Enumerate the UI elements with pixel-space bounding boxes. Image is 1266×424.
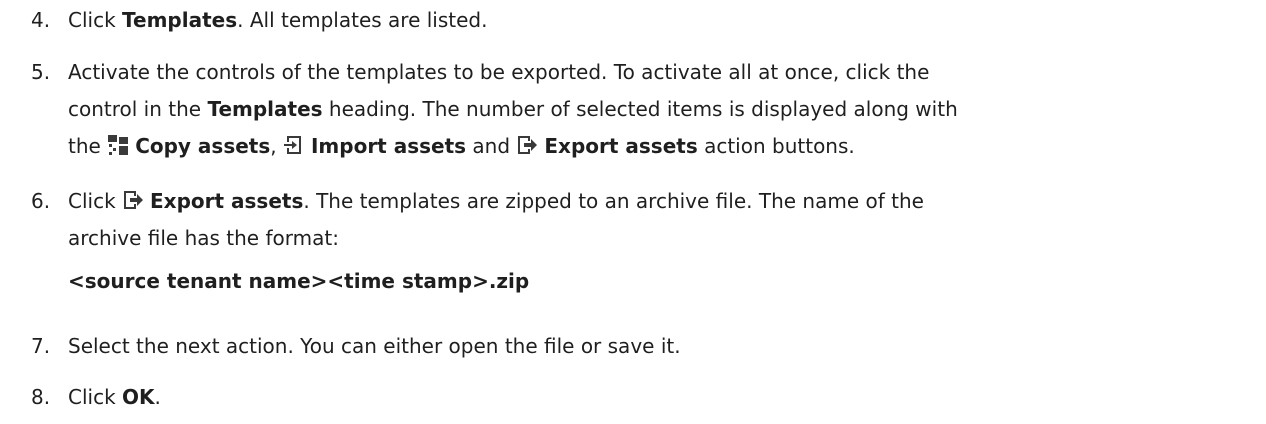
copy-assets-label: Copy assets: [135, 134, 271, 158]
step-text: Select the next action. You can either o…: [68, 334, 681, 358]
export-assets-label: Export assets: [544, 134, 698, 158]
text-line: Activate the controls of the templates t…: [68, 60, 930, 84]
step-number: 7.: [31, 334, 51, 358]
text-line: the Copy assets, Import assets and Expor…: [68, 128, 1236, 165]
text-fragment: . All templates are listed.: [237, 8, 488, 32]
step-number: 4.: [31, 8, 51, 32]
export-assets-label: Export assets: [150, 189, 304, 213]
export-assets-icon: [124, 191, 144, 209]
step-number: 5.: [31, 60, 51, 84]
text-fragment: action buttons.: [697, 134, 855, 158]
import-assets-icon: [283, 136, 301, 154]
text-line: control in the Templates heading. The nu…: [68, 91, 1236, 128]
copy-assets-icon: [108, 135, 129, 155]
step-number: 6.: [31, 189, 51, 213]
text-fragment: .: [154, 385, 161, 409]
text-fragment: ,: [270, 134, 283, 158]
step-text: Click Export assets. The templates are z…: [68, 183, 1236, 300]
text-fragment: and: [466, 134, 517, 158]
text-fragment: the: [68, 134, 108, 158]
step-text: Click Templates. All templates are liste…: [68, 2, 1236, 39]
step-number: 8.: [31, 385, 51, 409]
text-fragment: control in the: [68, 97, 208, 121]
ui-term-templates: Templates: [207, 97, 323, 121]
ui-term-templates: Templates: [122, 8, 238, 32]
text-fragment: Click: [68, 385, 123, 409]
export-assets-icon: [518, 136, 538, 154]
filename-format: <source tenant name><time stamp>.zip: [68, 269, 530, 293]
text-line: Click Export assets. The templates are z…: [68, 183, 1236, 220]
text-fragment: . The templates are zipped to an archive…: [303, 189, 924, 213]
ui-term-ok: OK: [122, 385, 155, 409]
step-text: Click OK.: [68, 379, 1236, 416]
text-line: archive file has the format:: [68, 226, 339, 250]
import-assets-label: Import assets: [310, 134, 467, 158]
text-fragment: Click: [68, 8, 123, 32]
step-text: Activate the controls of the templates t…: [68, 54, 1236, 165]
text-fragment: heading. The number of selected items is…: [322, 97, 958, 121]
text-fragment: Click: [68, 189, 123, 213]
